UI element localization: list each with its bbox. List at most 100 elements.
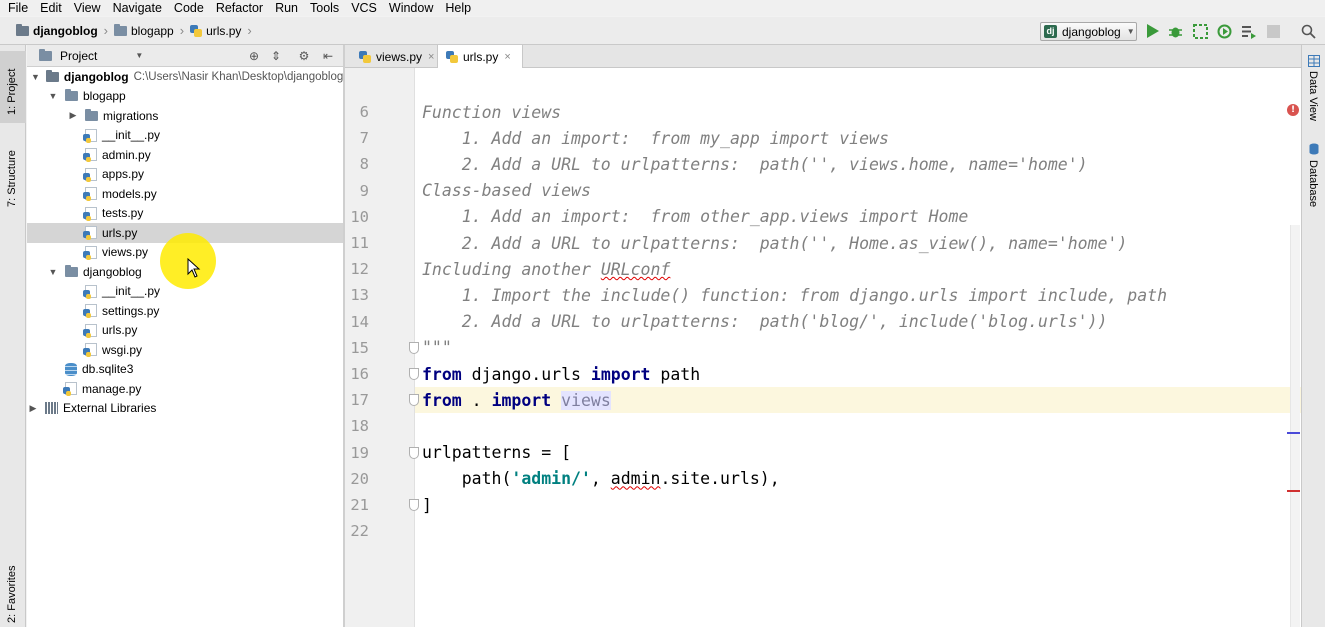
code-token: , xyxy=(590,469,611,489)
concurrency-button[interactable] xyxy=(1240,23,1256,39)
project-tool-tab[interactable]: 1: Project xyxy=(0,51,26,123)
menu-window[interactable]: Window xyxy=(389,1,433,15)
hide-panel-icon[interactable]: ⇤ xyxy=(321,49,335,63)
database-tool-tab[interactable]: Database xyxy=(1302,139,1325,211)
code-token: . xyxy=(461,390,492,410)
breadcrumb-folder[interactable]: blogapp › xyxy=(108,17,184,44)
expanded-arrow-icon[interactable]: ▼ xyxy=(47,267,59,277)
coverage-button[interactable] xyxy=(1192,23,1208,39)
tree-item-file[interactable]: tests.py xyxy=(27,204,343,224)
run-button[interactable] xyxy=(1144,23,1160,39)
debug-button[interactable] xyxy=(1167,23,1183,39)
menu-edit[interactable]: Edit xyxy=(40,1,62,15)
gear-icon[interactable]: ⚙ xyxy=(297,49,311,63)
tree-item-file[interactable]: admin.py xyxy=(27,145,343,165)
close-icon[interactable]: × xyxy=(504,51,510,63)
menu-vcs[interactable]: VCS xyxy=(351,1,377,15)
menu-help[interactable]: Help xyxy=(445,1,471,15)
fold-marker-icon[interactable] xyxy=(409,499,419,511)
python-file-icon xyxy=(83,128,97,143)
collapsed-arrow-icon[interactable]: ▶ xyxy=(27,403,39,414)
run-configuration-select[interactable]: dj djangoblog ▼ xyxy=(1040,22,1137,41)
tree-item-db[interactable]: db.sqlite3 xyxy=(27,360,343,380)
tree-item-migrations[interactable]: ▶ migrations xyxy=(27,106,343,126)
code-text: 2. Add a URL to urlpatterns: path('', vi… xyxy=(422,154,1088,174)
collapse-all-icon[interactable]: ⇕ xyxy=(269,49,283,63)
editor-tabs: views.py × urls.py × xyxy=(345,45,1301,69)
code-line: 12 Including another URLconf xyxy=(345,256,1301,282)
python-file-icon xyxy=(359,50,371,63)
code-text: 2. Add a URL to urlpatterns: path('', Ho… xyxy=(422,233,1128,253)
code-token: path( xyxy=(422,469,512,489)
data-view-tool-tab[interactable]: Data View xyxy=(1302,51,1325,123)
keyword-token: import xyxy=(491,390,552,410)
breadcrumb-chevron-icon: › xyxy=(247,23,252,38)
favorites-tool-label: 2: Favorites xyxy=(6,565,18,623)
structure-tool-tab[interactable]: 7: Structure xyxy=(0,137,26,213)
tree-item-file[interactable]: wsgi.py xyxy=(27,340,343,360)
tree-item-file[interactable]: __init__.py xyxy=(27,126,343,146)
structure-tool-label: 7: Structure xyxy=(6,150,18,207)
stop-button[interactable] xyxy=(1265,23,1281,39)
line-number: 22 xyxy=(350,522,369,541)
menu-view[interactable]: View xyxy=(74,1,101,15)
tab-urls-py[interactable]: urls.py × xyxy=(437,45,523,69)
project-tree: ▼ djangoblog C:\Users\Nasir Khan\Desktop… xyxy=(27,67,343,627)
dropdown-arrow-icon: ▼ xyxy=(1126,27,1135,36)
python-file-icon xyxy=(83,187,97,202)
code-text: 1. Add an import: from my_app import vie… xyxy=(422,128,889,148)
code-text: path('admin/', admin.site.urls), xyxy=(422,469,780,488)
code-editor[interactable]: 6 Function views 7 1. Add an import: fro… xyxy=(345,68,1301,627)
project-panel-title[interactable]: Project xyxy=(60,49,97,63)
tree-item-file[interactable]: models.py xyxy=(27,184,343,204)
code-line: 7 1. Add an import: from my_app import v… xyxy=(345,125,1301,151)
tab-views-py[interactable]: views.py × xyxy=(351,45,443,68)
tree-item-file[interactable]: settings.py xyxy=(27,301,343,321)
scroll-marker-error[interactable] xyxy=(1287,490,1300,492)
tree-item-file[interactable]: apps.py xyxy=(27,165,343,185)
expanded-arrow-icon[interactable]: ▼ xyxy=(31,72,40,82)
line-number: 9 xyxy=(359,181,369,200)
scroll-marker-warning[interactable] xyxy=(1287,432,1300,434)
close-icon[interactable]: × xyxy=(428,51,434,63)
collapsed-arrow-icon[interactable]: ▶ xyxy=(67,110,79,121)
breadcrumb-project[interactable]: djangoblog › xyxy=(0,17,108,44)
mouse-pointer-icon xyxy=(187,258,201,278)
fold-marker-icon[interactable] xyxy=(409,394,419,406)
code-token: .site.urls), xyxy=(660,469,780,489)
breadcrumb-file[interactable]: urls.py › xyxy=(184,17,252,44)
tree-item-blogapp[interactable]: ▼ blogapp xyxy=(27,87,343,107)
tree-item-label: __init__.py xyxy=(102,284,161,299)
fold-marker-icon[interactable] xyxy=(409,447,419,459)
line-number: 8 xyxy=(359,155,369,174)
line-number: 7 xyxy=(359,129,369,148)
menu-run[interactable]: Run xyxy=(275,1,298,15)
fold-marker-icon[interactable] xyxy=(409,342,419,354)
line-number: 21 xyxy=(350,496,369,515)
menu-code[interactable]: Code xyxy=(174,1,204,15)
fold-marker-icon[interactable] xyxy=(409,368,419,380)
search-everywhere-button[interactable] xyxy=(1300,23,1316,39)
error-indicator-icon[interactable]: ! xyxy=(1287,104,1299,116)
editor-scrollbar[interactable] xyxy=(1290,225,1300,627)
tree-item-label: settings.py xyxy=(102,303,160,318)
tree-item-file[interactable]: urls.py xyxy=(27,321,343,341)
tree-item-root[interactable]: ▼ djangoblog C:\Users\Nasir Khan\Desktop… xyxy=(27,67,343,87)
menu-tools[interactable]: Tools xyxy=(310,1,339,15)
code-token: django.urls xyxy=(461,364,591,384)
code-line: 13 1. Import the include() function: fro… xyxy=(345,282,1301,308)
locate-file-icon[interactable]: ⊕ xyxy=(247,49,261,63)
tree-item-external-libraries[interactable]: ▶ External Libraries xyxy=(27,399,343,419)
menu-navigate[interactable]: Navigate xyxy=(113,1,162,15)
tree-item-manage[interactable]: manage.py xyxy=(27,379,343,399)
stop-icon xyxy=(1266,24,1280,38)
expanded-arrow-icon[interactable]: ▼ xyxy=(47,91,59,101)
python-file-icon xyxy=(83,284,97,299)
profile-button[interactable] xyxy=(1216,23,1232,39)
keyword-token: from xyxy=(422,390,462,410)
menu-file[interactable]: File xyxy=(8,1,28,15)
code-token: Including another xyxy=(422,259,601,279)
favorites-tool-tab[interactable]: 2: Favorites xyxy=(0,555,26,625)
menu-refactor[interactable]: Refactor xyxy=(216,1,263,15)
view-dropdown-arrow-icon[interactable]: ▼ xyxy=(135,51,143,60)
